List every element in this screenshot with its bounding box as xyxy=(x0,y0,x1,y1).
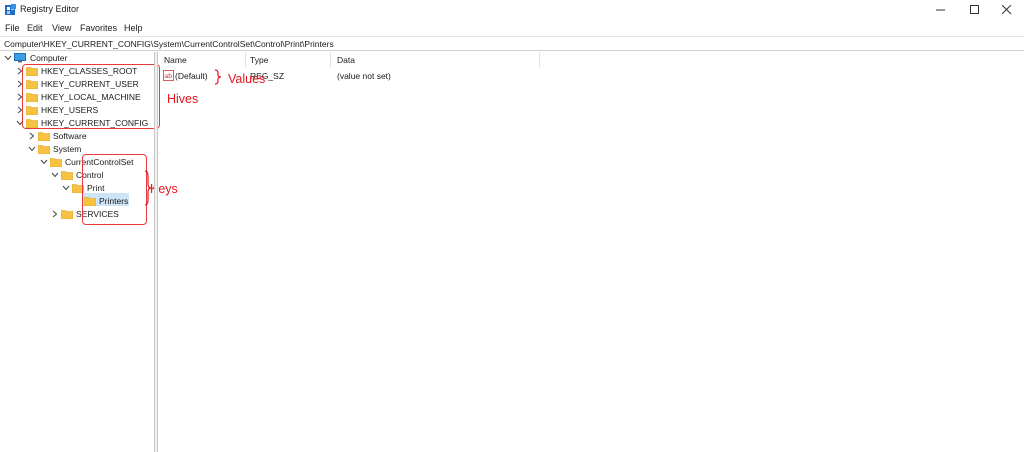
value-name: (Default) xyxy=(175,71,208,81)
folder-icon xyxy=(61,210,73,219)
values-list[interactable]: Name Type Data ab (Default) REG_SZ (valu… xyxy=(158,52,1024,452)
minimize-icon xyxy=(936,9,945,11)
svg-text:ab: ab xyxy=(164,72,172,80)
title-bar: Registry Editor xyxy=(0,0,1024,20)
tree-item-label: Software xyxy=(53,131,87,141)
tree-pane[interactable]: Computer HKEY_CLASSES_ROOT HKEY_CURRENT_… xyxy=(0,52,198,452)
menu-help[interactable]: Help xyxy=(124,23,143,33)
string-value-icon: ab xyxy=(163,70,174,81)
column-divider[interactable] xyxy=(539,52,540,68)
column-header-type[interactable]: Type xyxy=(250,55,268,65)
address-bar[interactable]: Computer\HKEY_CURRENT_CONFIG\System\Curr… xyxy=(0,36,1024,51)
keys-highlight-box xyxy=(82,154,147,225)
close-icon xyxy=(1002,5,1012,15)
chevron-down-icon[interactable] xyxy=(51,171,59,179)
tree-item-label: Computer xyxy=(30,53,68,63)
tree-item-software[interactable]: Software xyxy=(0,130,150,143)
menu-file[interactable]: File xyxy=(5,23,20,33)
column-header-name[interactable]: Name xyxy=(164,55,187,65)
folder-icon xyxy=(50,158,62,167)
values-annotation: Values xyxy=(228,72,266,86)
column-divider[interactable] xyxy=(245,52,246,68)
chevron-down-icon[interactable] xyxy=(62,184,70,192)
hives-highlight-box xyxy=(22,64,160,129)
tree-item-label: System xyxy=(53,144,82,154)
folder-icon xyxy=(61,171,73,180)
maximize-button[interactable] xyxy=(958,0,992,20)
column-header-data[interactable]: Data xyxy=(337,55,355,65)
menu-view[interactable]: View xyxy=(52,23,71,33)
value-data: (value not set) xyxy=(337,71,391,81)
menu-favorites[interactable]: Favorites xyxy=(80,23,117,33)
menu-edit[interactable]: Edit xyxy=(27,23,43,33)
chevron-right-icon[interactable] xyxy=(51,210,59,218)
minimize-button[interactable] xyxy=(924,0,958,20)
address-path[interactable]: Computer\HKEY_CURRENT_CONFIG\System\Curr… xyxy=(4,39,334,49)
chevron-right-icon[interactable] xyxy=(28,132,36,140)
folder-icon xyxy=(38,132,50,141)
maximize-icon xyxy=(970,5,979,14)
window-title: Registry Editor xyxy=(20,4,80,14)
chevron-down-icon[interactable] xyxy=(4,54,12,62)
values-brace xyxy=(214,69,222,85)
folder-icon xyxy=(38,145,50,154)
menu-bar: File Edit View Favorites Help xyxy=(0,20,1024,36)
chevron-down-icon[interactable] xyxy=(40,158,48,166)
column-divider[interactable] xyxy=(330,52,331,68)
registry-editor-icon xyxy=(5,4,16,15)
chevron-down-icon[interactable] xyxy=(28,145,36,153)
close-button[interactable] xyxy=(990,0,1024,20)
computer-icon xyxy=(14,53,26,63)
